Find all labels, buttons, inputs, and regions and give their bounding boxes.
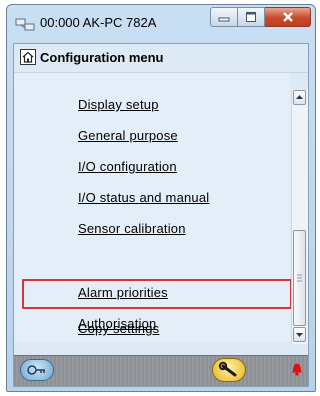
minimize-icon (218, 17, 230, 22)
menu-item-general-purpose[interactable]: General purpose (78, 128, 178, 143)
scroll-thumb[interactable] (293, 230, 306, 326)
home-icon (22, 51, 34, 63)
maximize-button[interactable] (238, 7, 265, 27)
logout-icon (27, 365, 45, 375)
menu-title: Configuration menu (40, 50, 164, 65)
configuration-panel: Configuration menu Display setup General… (13, 43, 309, 387)
menu-item-display-setup[interactable]: Display setup (78, 97, 159, 112)
close-button[interactable] (265, 7, 311, 27)
minimize-button[interactable] (210, 7, 238, 27)
network-icon (15, 18, 35, 31)
maximize-icon (246, 12, 256, 22)
menu-header: Configuration menu (14, 44, 308, 73)
menu-item-alarm-priorities[interactable]: Alarm priorities (78, 285, 168, 300)
window-controls (210, 7, 311, 27)
menu-list: Display setup General purpose I/O config… (14, 73, 292, 341)
service-button[interactable] (212, 358, 246, 382)
arrow-down-icon (296, 333, 303, 337)
vertical-scrollbar[interactable] (291, 90, 308, 344)
window-title: 00:000 AK-PC 782A (40, 15, 157, 30)
menu-item-io-status-manual[interactable]: I/O status and manual (78, 190, 209, 205)
grip-icon (297, 274, 302, 282)
close-icon (282, 12, 293, 22)
scroll-down-button[interactable] (293, 327, 306, 342)
footer-bar (14, 355, 308, 386)
scroll-up-button[interactable] (293, 90, 306, 105)
logout-button[interactable] (20, 359, 54, 381)
menu-item-io-configuration[interactable]: I/O configuration (78, 159, 177, 174)
arrow-up-icon (296, 95, 303, 99)
menu-item-copy-settings[interactable]: Copy settings (78, 321, 159, 336)
alarm-bell-icon[interactable] (290, 360, 304, 376)
app-window: 00:000 AK-PC 782A Configuration menu Dis… (6, 4, 316, 392)
home-button[interactable] (20, 49, 36, 65)
title-bar[interactable]: 00:000 AK-PC 782A (7, 5, 315, 41)
menu-item-sensor-calibration[interactable]: Sensor calibration (78, 221, 186, 236)
wrench-icon (218, 361, 237, 377)
